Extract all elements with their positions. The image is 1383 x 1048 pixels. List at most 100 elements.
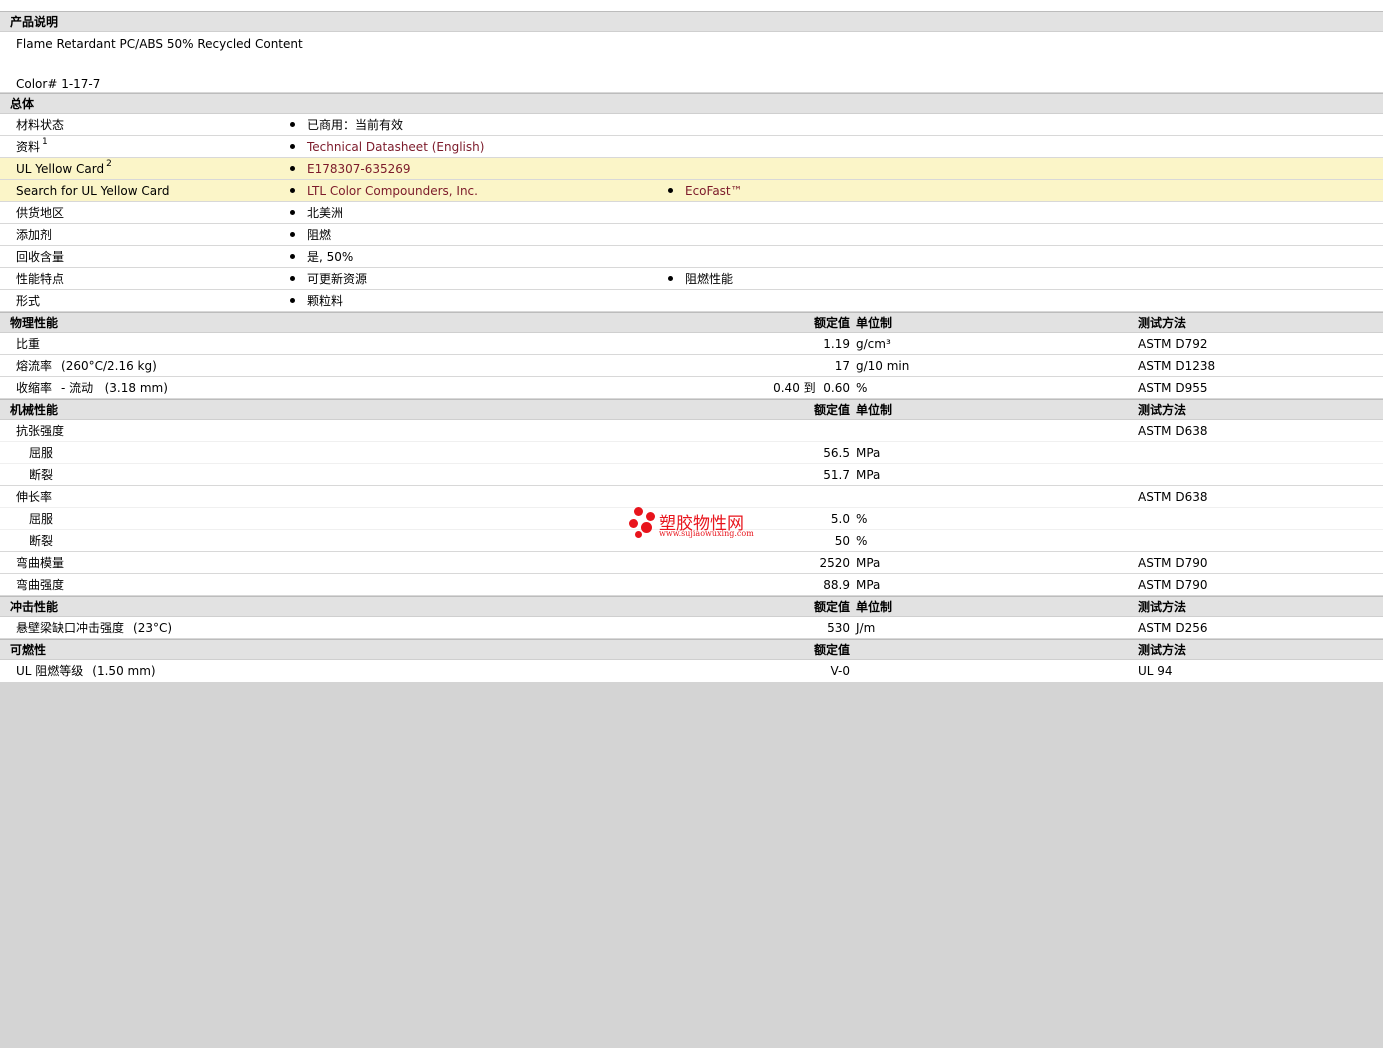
row-value: 阻燃 (290, 228, 331, 242)
bullet-icon (290, 232, 295, 237)
row-method: ASTM D790 (1138, 578, 1208, 592)
top-gap (0, 0, 1383, 11)
row-value: 已商用：当前有效 (290, 118, 403, 132)
row-features: 性能特点 可更新资源 阻燃性能 (0, 268, 1383, 290)
row-label: 屈服 (29, 446, 54, 460)
row-value: 50 (834, 534, 850, 548)
col-value-header: 额定值 (813, 600, 850, 614)
col-value-header: 额定值 (813, 403, 850, 417)
row-value: E178307-635269 (290, 162, 411, 176)
row-value: 颗粒料 (290, 294, 343, 308)
row-recycled: 回收含量 是, 50% (0, 246, 1383, 268)
row-flex-strength: 弯曲强度 88.9 MPa ASTM D790 (0, 574, 1383, 596)
row-unit: % (856, 381, 868, 395)
section-header-physical: 物理性能 额定值 单位制 测试方法 (0, 312, 1383, 333)
bullet-icon (290, 276, 295, 281)
row-label: 悬壁梁缺口冲击强度 (23°C) (16, 621, 173, 635)
section-header-mechanical: 机械性能 额定值 单位制 测试方法 (0, 399, 1383, 420)
row-value: 可更新资源 (290, 272, 367, 286)
row-method: ASTM D638 (1138, 490, 1208, 504)
bullet-icon (290, 144, 295, 149)
row-value-2: EcoFast™ (668, 184, 743, 198)
row-value: 88.9 (823, 578, 850, 592)
row-label: 比重 (16, 337, 41, 351)
row-label: 添加剂 (16, 228, 53, 242)
row-value: 56.5 (823, 446, 850, 460)
row-material-status: 材料状态 已商用：当前有效 (0, 114, 1383, 136)
row-tensile-break: 断裂 51.7 MPa (0, 464, 1383, 486)
row-label: Search for UL Yellow Card (16, 184, 170, 198)
row-flex-modulus: 弯曲模量 2520 MPa ASTM D790 (0, 552, 1383, 574)
footnote-marker: 2 (106, 159, 112, 169)
row-label: 形式 (16, 294, 41, 308)
row-ul-yellow-card: UL Yellow Card 2 E178307-635269 (0, 158, 1383, 180)
row-value: 17 (834, 359, 850, 373)
row-label: 供货地区 (16, 206, 65, 220)
company-link[interactable]: LTL Color Compounders, Inc. (307, 184, 478, 198)
bullet-icon (668, 188, 673, 193)
row-tensile-yield: 屈服 56.5 MPa (0, 442, 1383, 464)
row-unit: MPa (856, 556, 881, 570)
row-method: ASTM D790 (1138, 556, 1208, 570)
row-label: 弯曲模量 (16, 556, 65, 570)
footnote-marker: 1 (42, 137, 48, 147)
section-title: 产品说明 (10, 15, 59, 29)
col-unit-header: 单位制 (856, 403, 893, 417)
row-method: ASTM D256 (1138, 621, 1208, 635)
col-method-header: 测试方法 (1138, 316, 1187, 330)
row-label: 资料 1 (16, 137, 48, 154)
col-value-header: 额定值 (813, 643, 850, 657)
row-unit: % (856, 534, 868, 548)
row-label: 屈服 (29, 512, 54, 526)
col-unit-header: 单位制 (856, 600, 893, 614)
row-unit: % (856, 512, 868, 526)
row-supply-region: 供货地区 北美洲 (0, 202, 1383, 224)
row-label: 材料状态 (16, 118, 65, 132)
bullet-icon (290, 188, 295, 193)
row-label: 伸长率 (16, 490, 53, 504)
row-unit: g/cm³ (856, 337, 891, 351)
bullet-icon (290, 298, 295, 303)
datasheet: 产品说明 Flame Retardant PC/ABS 50% Recycled… (0, 0, 1383, 682)
row-label: UL Yellow Card 2 (16, 159, 112, 176)
row-label: 断裂 (29, 534, 54, 548)
logo-dots-icon (629, 507, 659, 539)
row-izod: 悬壁梁缺口冲击强度 (23°C) 530 J/m ASTM D256 (0, 617, 1383, 639)
row-specific-gravity: 比重 1.19 g/cm³ ASTM D792 (0, 333, 1383, 355)
section-title: 物理性能 (10, 316, 59, 330)
row-value: Technical Datasheet (English) (290, 140, 484, 154)
row-unit: MPa (856, 578, 881, 592)
brand-link[interactable]: EcoFast™ (685, 184, 743, 198)
row-search-ul: Search for UL Yellow Card LTL Color Comp… (0, 180, 1383, 202)
row-label: 收缩率 - 流动 (3.18 mm) (16, 381, 168, 395)
row-documents: 资料 1 Technical Datasheet (English) (0, 136, 1383, 158)
row-unit: J/m (856, 621, 876, 635)
col-method-header: 测试方法 (1138, 600, 1187, 614)
row-additive: 添加剂 阻燃 (0, 224, 1383, 246)
row-elongation: 伸长率 ASTM D638 (0, 486, 1383, 508)
col-method-header: 测试方法 (1138, 403, 1187, 417)
row-value: 1.19 (823, 337, 850, 351)
product-description: Flame Retardant PC/ABS 50% Recycled Cont… (0, 32, 1383, 93)
col-unit-header: 单位制 (856, 316, 893, 330)
row-label: 弯曲强度 (16, 578, 65, 592)
bullet-icon (290, 166, 295, 171)
section-title: 机械性能 (10, 403, 59, 417)
ul-card-link[interactable]: E178307-635269 (307, 162, 411, 176)
row-value: 是, 50% (290, 250, 353, 264)
row-label: 断裂 (29, 468, 54, 482)
section-header-description: 产品说明 (0, 11, 1383, 32)
bullet-icon (290, 210, 295, 215)
row-method: ASTM D792 (1138, 337, 1208, 351)
section-title: 冲击性能 (10, 600, 59, 614)
section-header-flammability: 可燃性 额定值 测试方法 (0, 639, 1383, 660)
bullet-icon (290, 254, 295, 259)
row-tensile: 抗张强度 ASTM D638 (0, 420, 1383, 442)
bullet-icon (290, 122, 295, 127)
row-melt-flow: 熔流率 (260°C/2.16 kg) 17 g/10 min ASTM D123… (0, 355, 1383, 377)
row-label: 回收含量 (16, 250, 65, 264)
row-ul-flammability: UL 阻燃等级 (1.50 mm) V-0 UL 94 (0, 660, 1383, 682)
description-line: Flame Retardant PC/ABS 50% Recycled Cont… (16, 37, 303, 51)
datasheet-link[interactable]: Technical Datasheet (English) (307, 140, 484, 154)
row-method: UL 94 (1138, 664, 1173, 678)
